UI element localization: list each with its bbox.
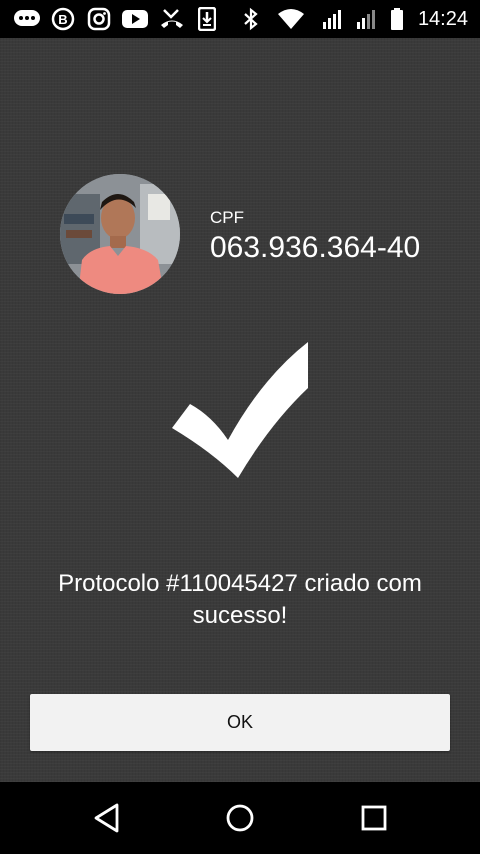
instagram-icon <box>86 7 112 31</box>
avatar <box>60 174 180 294</box>
ok-button[interactable]: OK <box>30 694 450 751</box>
cpf-value: 063.936.364-40 <box>210 231 421 264</box>
status-bar: B 14:24 <box>0 0 480 38</box>
battery-icon <box>388 7 406 31</box>
signal-weak-icon <box>354 7 380 31</box>
checkmark-icon <box>172 340 312 485</box>
signal-icon <box>320 7 346 31</box>
youtube-icon <box>120 7 150 31</box>
clock: 14:24 <box>417 8 468 30</box>
back-icon[interactable] <box>89 800 125 836</box>
wifi-icon <box>276 7 306 31</box>
recents-icon[interactable] <box>356 800 392 836</box>
missed-call-icon <box>158 7 186 31</box>
main-content: CPF 063.936.364-40 Protocolo #110045427 … <box>0 38 480 782</box>
svg-text:B: B <box>58 12 67 27</box>
home-icon[interactable] <box>222 800 258 836</box>
navigation-bar <box>0 782 480 854</box>
b-app-icon: B <box>50 7 76 31</box>
chat-icon <box>12 7 42 31</box>
cpf-label: CPF <box>210 208 244 227</box>
bluetooth-icon <box>240 7 262 31</box>
download-icon <box>196 7 218 31</box>
success-message: Protocolo #110045427 criado com sucesso! <box>58 570 422 629</box>
